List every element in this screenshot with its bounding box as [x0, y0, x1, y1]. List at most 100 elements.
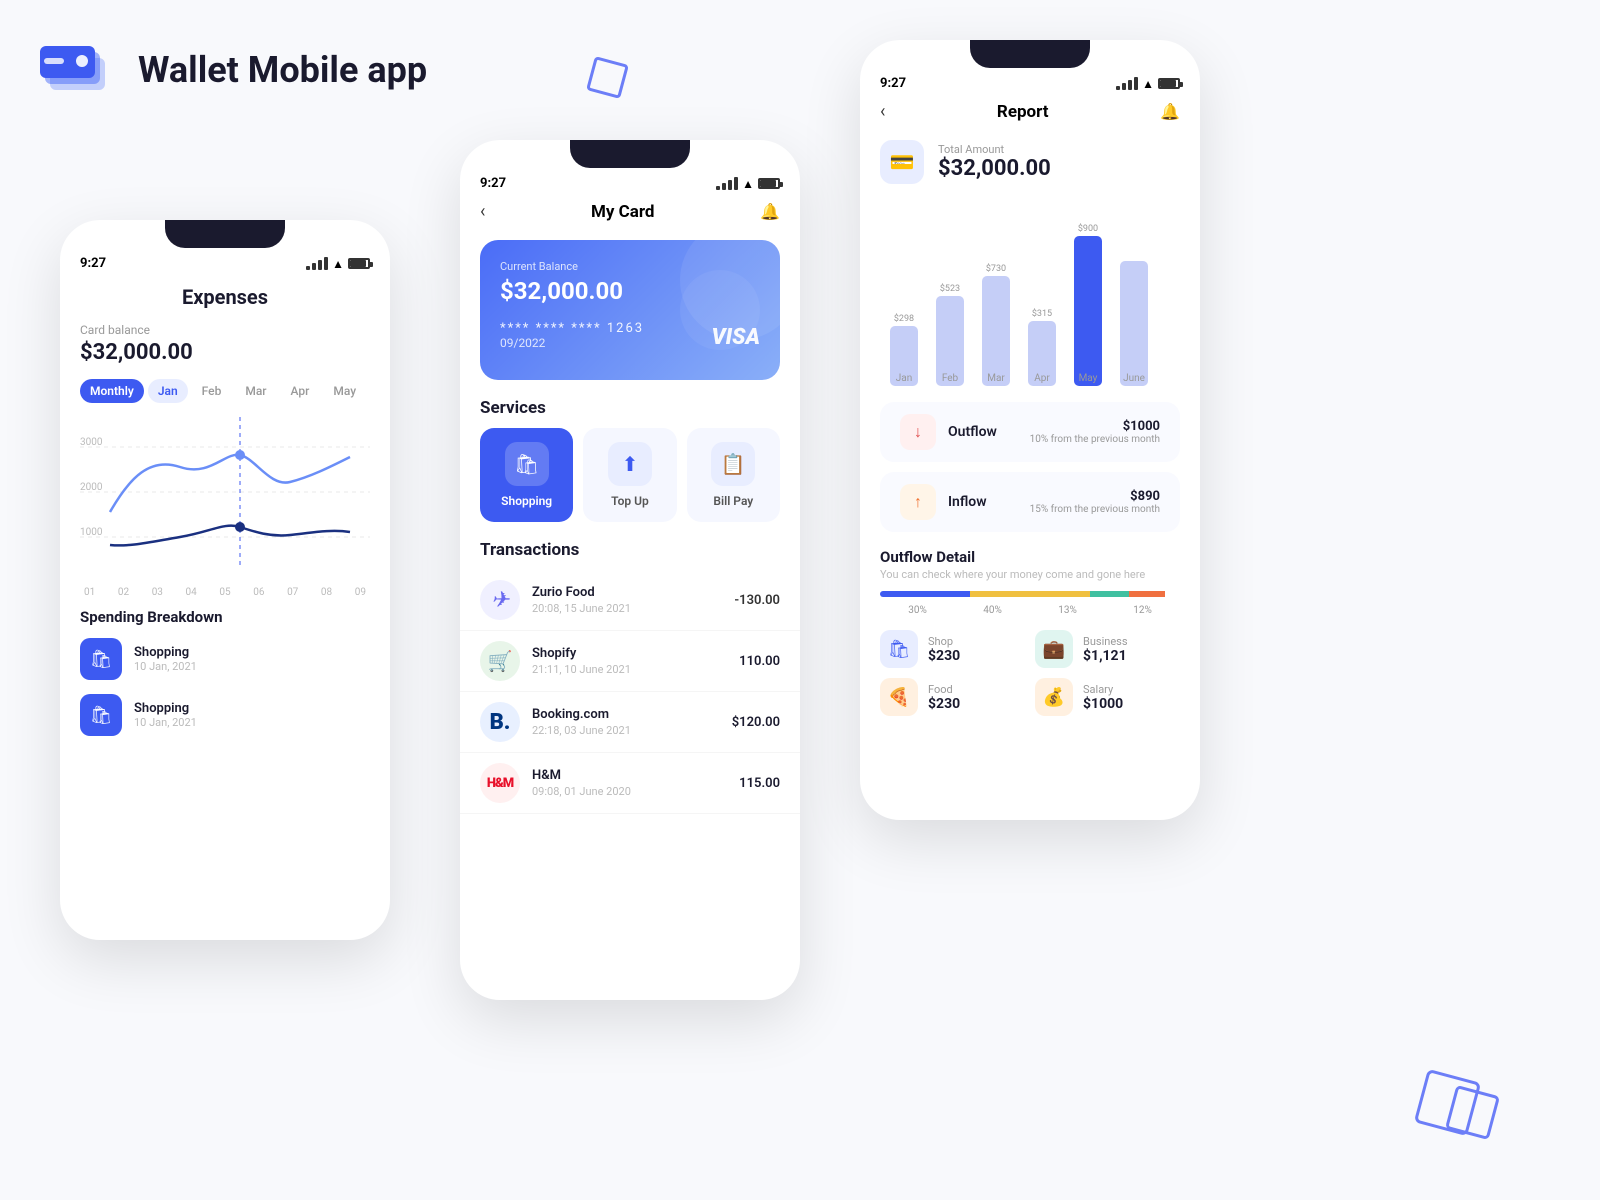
cat-business-info: Business $1,121 [1083, 635, 1128, 664]
cat-shop: 🛍 Shop $230 [880, 630, 1025, 668]
progress-business [970, 591, 1090, 597]
txn-shopify: 🛒 Shopify 21:11, 10 June 2021 110.00 [460, 631, 800, 692]
hm-info: H&M 09:08, 01 June 2020 [532, 768, 727, 798]
phone3-battery [1158, 78, 1180, 89]
spending-breakdown-title: Spending Breakdown [80, 608, 370, 626]
booking-name: Booking.com [532, 707, 720, 722]
service-topup-label: Top Up [611, 494, 649, 508]
outflow-subtitle: You can check where your money come and … [860, 568, 1200, 591]
x-01: 01 [84, 587, 95, 598]
breakdown-info-2: Shopping 10 Jan, 2021 [134, 701, 197, 729]
cat-shop-icon: 🛍 [880, 630, 918, 668]
cat-food-value: $230 [928, 696, 960, 712]
status-bar: 9:27 ▲ [60, 248, 390, 275]
phone2-wifi: ▲ [742, 177, 754, 191]
svg-text:$900: $900 [1078, 223, 1098, 234]
tab-feb[interactable]: Feb [192, 379, 232, 403]
phone2-navbar: ‹ My Card 🔔 [460, 195, 800, 228]
card-expiry: 09/2022 [500, 336, 644, 350]
hm-amount: 115.00 [739, 776, 780, 791]
x-07: 07 [287, 587, 298, 598]
svg-text:2000: 2000 [80, 482, 103, 493]
hm-date: 09:08, 01 June 2020 [532, 785, 727, 798]
cat-business-name: Business [1083, 635, 1128, 648]
tab-mar[interactable]: Mar [235, 379, 276, 403]
report-bell-icon[interactable]: 🔔 [1160, 102, 1180, 121]
shopify-amount: 110.00 [739, 654, 780, 669]
services-grid: 🛍 Shopping ⬆ Top Up 📋 Bill Pay [460, 428, 800, 522]
phone2-notch [570, 140, 690, 168]
total-wallet-icon: 💳 [880, 140, 924, 184]
line-chart: 3000 2000 1000 [80, 417, 370, 577]
shopping-service-icon: 🛍 [505, 442, 549, 486]
cat-salary-name: Salary [1083, 683, 1123, 696]
cat-shop-info: Shop $230 [928, 635, 960, 664]
bell-icon[interactable]: 🔔 [760, 202, 780, 221]
tab-may[interactable]: May [323, 379, 366, 403]
inflow-item: ↑ Inflow $890 15% from the previous mont… [880, 472, 1180, 532]
inflow-right: $890 15% from the previous month [1030, 489, 1160, 515]
signal-icon [306, 257, 328, 270]
outflow-amount: $1000 [1030, 419, 1160, 434]
cat-food-icon: 🍕 [880, 678, 918, 716]
total-value: $32,000.00 [938, 156, 1051, 181]
zurio-logo: ✈ [480, 580, 520, 620]
cat-business-icon: 💼 [1035, 630, 1073, 668]
tab-apr[interactable]: Apr [281, 379, 320, 403]
breakdown-info-1: Shopping 10 Jan, 2021 [134, 645, 197, 673]
cat-food-info: Food $230 [928, 683, 960, 712]
phone-mycard: 9:27 ▲ ‹ My Card 🔔 Current Balance $32,0… [460, 140, 800, 1000]
month-tabs: Monthly Jan Feb Mar Apr May [80, 379, 370, 403]
x-labels: 01 02 03 04 05 06 07 08 09 [80, 587, 370, 598]
x-06: 06 [253, 587, 264, 598]
breakdown-item-2: 🛍 Shopping 10 Jan, 2021 [80, 694, 370, 736]
progress-label-2: 13% [1058, 605, 1077, 616]
service-shopping[interactable]: 🛍 Shopping [480, 428, 573, 522]
service-topup[interactable]: ⬆ Top Up [583, 428, 676, 522]
category-grid: 🛍 Shop $230 💼 Business $1,121 🍕 Food $23… [860, 630, 1200, 716]
topup-service-icon: ⬆ [608, 442, 652, 486]
svg-text:June: June [1123, 373, 1145, 384]
inflow-icon: ↑ [900, 484, 936, 520]
cat-food-name: Food [928, 683, 960, 696]
svg-text:Jan: Jan [896, 373, 912, 384]
svg-text:Apr: Apr [1034, 373, 1050, 384]
card-amount: $32,000.00 [500, 277, 760, 305]
tab-monthly[interactable]: Monthly [80, 379, 144, 403]
report-title: Report [885, 102, 1160, 122]
outflow-sub: 10% from the previous month [1030, 434, 1160, 445]
shopping-icon-2: 🛍 [80, 694, 122, 736]
cat-business: 💼 Business $1,121 [1035, 630, 1180, 668]
deco-diamond-top [586, 56, 629, 99]
phone1-content: Card balance $32,000.00 Monthly Jan Feb … [60, 323, 390, 736]
txn-booking: B. Booking.com 22:18, 03 June 2021 $120.… [460, 692, 800, 753]
cat-shop-name: Shop [928, 635, 960, 648]
phone3-notch [970, 40, 1090, 68]
hm-name: H&M [532, 768, 727, 783]
phone3-wifi: ▲ [1142, 77, 1154, 91]
card-balance-value: $32,000.00 [80, 340, 370, 365]
cat-food: 🍕 Food $230 [880, 678, 1025, 716]
billpay-service-icon: 📋 [711, 442, 755, 486]
total-label: Total Amount [938, 143, 1051, 156]
progress-salary [1129, 591, 1165, 597]
phone2-status-icons: ▲ [716, 177, 780, 191]
bar-chart: $298 Jan $523 Feb $730 Mar $315 Apr $900… [860, 206, 1200, 386]
card-bottom: **** **** **** 1263 09/2022 VISA [500, 321, 760, 350]
breakdown-date-1: 10 Jan, 2021 [134, 660, 197, 673]
logo-icon [40, 40, 120, 100]
cat-salary-icon: 💰 [1035, 678, 1073, 716]
service-billpay[interactable]: 📋 Bill Pay [687, 428, 780, 522]
breakdown-date-2: 10 Jan, 2021 [134, 716, 197, 729]
status-time: 9:27 [80, 256, 106, 271]
booking-amount: $120.00 [732, 715, 780, 730]
outflow-item: ↓ Outflow $1000 10% from the previous mo… [880, 402, 1180, 462]
status-icons: ▲ [306, 257, 370, 271]
svg-text:3000: 3000 [80, 437, 103, 448]
progress-labels: 30% 40% 13% 12% [860, 605, 1200, 616]
txn-zurio: ✈ Zurio Food 20:08, 15 June 2021 -130.00 [460, 570, 800, 631]
inflow-sub: 15% from the previous month [1030, 504, 1160, 515]
tab-jan[interactable]: Jan [148, 379, 188, 403]
card-balance-label: Current Balance [500, 260, 760, 273]
outflow-label: Outflow [948, 424, 1018, 440]
